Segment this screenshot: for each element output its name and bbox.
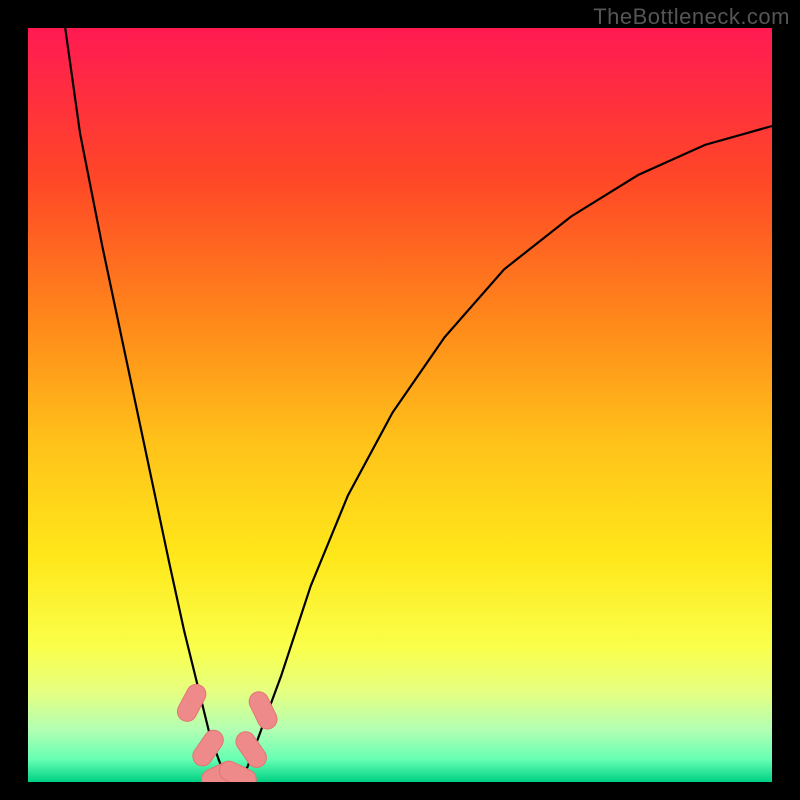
plot-area: [28, 28, 772, 782]
chart-frame: TheBottleneck.com: [0, 0, 800, 800]
chart-svg: [28, 28, 772, 782]
watermark-text: TheBottleneck.com: [593, 4, 790, 30]
gradient-background: [28, 28, 772, 782]
